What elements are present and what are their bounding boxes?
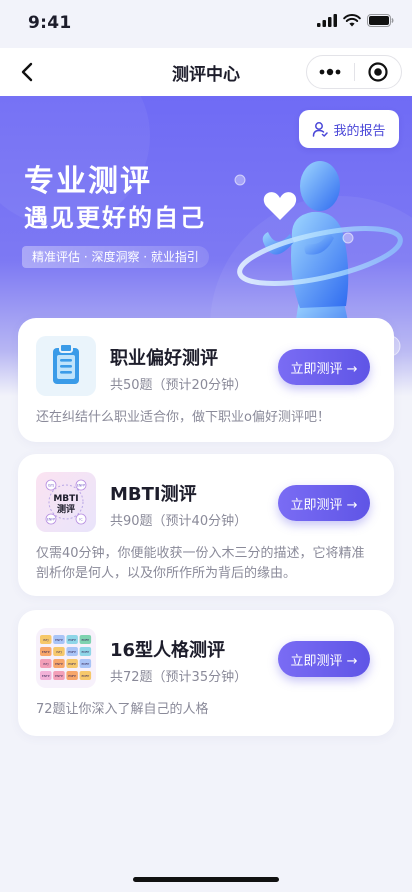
user-icon: [313, 122, 329, 137]
start-assessment-button[interactable]: 立即测评 →: [278, 641, 370, 677]
clipboard-icon: [36, 336, 96, 396]
personality-cell-label: ISFJ: [56, 650, 62, 654]
personality-cell-label: ENFP: [68, 638, 76, 642]
personality-cell-label: ISTJ: [43, 662, 49, 666]
target-close-icon: [368, 62, 388, 82]
hero-subtitle: 遇见更好的自己: [24, 204, 206, 232]
personality-cell-label: ISTJ: [43, 638, 49, 642]
hero-title: 专业测评: [24, 164, 152, 199]
mbti-node-label: ISTJ: [48, 484, 54, 488]
mbti-icon-label: 测评: [57, 503, 75, 515]
close-button[interactable]: [354, 56, 401, 88]
start-assessment-button[interactable]: 立即测评 →: [278, 485, 370, 521]
assessment-card-mbti[interactable]: ISTJ ENFP ENFP IC MBTI 测评 MBTI测评 共90题（预计…: [18, 454, 394, 596]
assessment-card-16-personality[interactable]: ISTJ ENFP ENFP ENFP ENFP ISFJ ENFP ENFP ISTJ ENFP…: [18, 610, 394, 736]
home-indicator: [133, 877, 279, 882]
status-time: 9:41: [28, 13, 72, 33]
personality-cell-label: ENFP: [55, 638, 63, 642]
personality-cell-label: ENFP: [42, 650, 50, 654]
status-icons: [317, 14, 394, 27]
card-question-count: 共72题（预计35分钟）: [110, 670, 248, 685]
wifi-icon: [343, 14, 361, 27]
personality-grid-icon: ISTJ ENFP ENFP ENFP ENFP ISFJ ENFP ENFP ISTJ ENFP…: [36, 628, 96, 688]
hero-tagline: 精准评估 · 深度洞察 · 就业指引: [22, 246, 209, 268]
mbti-node-label: ENFP: [47, 518, 55, 522]
card-description: 仅需40分钟，你便能收获一份入木三分的描述，它将精准剖析你是何人，以及你所作所为…: [36, 546, 365, 581]
card-question-count: 共50题（预计20分钟）: [110, 378, 248, 393]
assessment-card-career[interactable]: 职业偏好测评 共50题（预计20分钟） 立即测评 → 还在纠结什么职业适合你，做…: [18, 318, 394, 442]
mini-program-capsule: [306, 55, 402, 89]
my-report-label: 我的报告: [333, 123, 386, 139]
nav-bar: 测评中心: [0, 48, 412, 96]
card-question-count: 共90题（预计40分钟）: [110, 514, 248, 529]
mbti-node-label: ENFP: [77, 484, 85, 488]
battery-icon: [367, 14, 394, 27]
personality-cell-label: ENFP: [82, 650, 90, 654]
status-bar: 9:41: [0, 0, 412, 48]
personality-cell-label: ENFP: [68, 650, 76, 654]
personality-cell-label: ENFP: [42, 674, 50, 678]
personality-cell-label: ENFP: [82, 638, 90, 642]
more-button[interactable]: [307, 56, 354, 88]
card-description: 72题让你深入了解自己的人格: [36, 702, 209, 717]
personality-cell-label: ENFP: [68, 674, 76, 678]
card-title: 职业偏好测评: [110, 348, 218, 369]
signal-icon: [317, 14, 337, 27]
mbti-icon: ISTJ ENFP ENFP IC MBTI 测评: [36, 472, 96, 532]
my-report-button[interactable]: 我的报告: [299, 110, 399, 148]
personality-cell-label: ENFP: [68, 662, 76, 666]
personality-cell-label: ENFP: [55, 674, 63, 678]
card-title: MBTI测评: [110, 484, 197, 505]
personality-cell-label: ENFP: [82, 674, 90, 678]
card-description: 还在纠结什么职业适合你，做下职业o偏好测评吧！: [36, 410, 330, 425]
personality-cell-label: ENFP: [55, 662, 63, 666]
start-assessment-button[interactable]: 立即测评 →: [278, 349, 370, 385]
more-dots-icon: [319, 68, 341, 76]
mbti-icon-label: MBTI: [53, 494, 78, 504]
personality-cell-label: ENFP: [82, 662, 90, 666]
card-title: 16型人格测评: [110, 640, 226, 661]
